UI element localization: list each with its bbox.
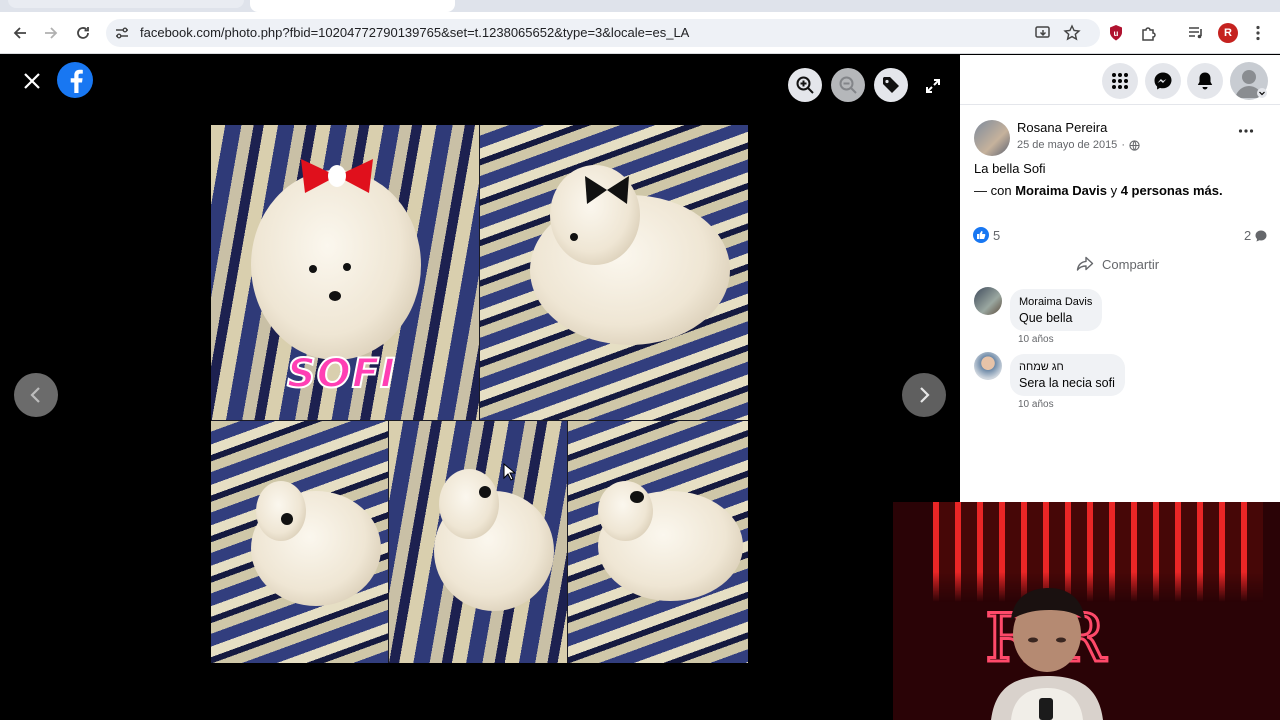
reaction-count[interactable]: 5 [993,228,1000,243]
photo-viewer: SOFI [0,55,960,720]
red-bow-icon [301,159,373,193]
share-button[interactable]: Compartir [1076,256,1159,272]
post-details-panel: Rosana Pereira 25 de mayo de 2015 · La b… [960,55,1280,502]
comment-bubble: Moraima Davis Que bella [1010,289,1103,331]
comment-text: Sera la necia sofi [1019,376,1115,390]
zoom-out-icon[interactable] [831,68,865,102]
collage-cell [568,421,748,663]
address-bar[interactable]: facebook.com/photo.php?fbid=102047727901… [106,19,1100,47]
background-tab[interactable] [8,0,244,8]
menu-grid-icon[interactable] [1102,63,1138,99]
messenger-icon[interactable] [1145,63,1181,99]
facebook-header-icons [960,55,1280,105]
commenter-avatar[interactable] [974,287,1002,315]
webcam-overlay: R R [893,502,1280,720]
black-bow-icon [585,176,629,204]
chevron-left-icon [30,387,40,403]
chevron-down-icon[interactable] [1257,88,1267,98]
svg-text:u: u [1114,29,1119,38]
collage-cell [211,421,388,663]
ublock-shield-icon[interactable]: u [1106,23,1126,43]
comment-count[interactable]: 2 [1244,228,1268,243]
share-label: Compartir [1102,256,1160,272]
like-reaction-icon[interactable] [973,227,989,243]
post-author-name[interactable]: Rosana Pereira [1017,120,1107,135]
comment-text: Que bella [1019,311,1073,325]
back-icon[interactable] [8,21,32,45]
post-caption: La bella Sofi [974,161,1046,176]
post-options-icon[interactable] [1238,121,1254,139]
browser-menu-icon[interactable] [1248,23,1268,43]
url-text: facebook.com/photo.php?fbid=102047727901… [140,25,690,40]
tagged-connector: y [1106,183,1121,198]
comment-author[interactable]: חג שמחה [1019,361,1115,373]
browser-profile-avatar[interactable]: R [1218,23,1238,43]
fullscreen-icon[interactable] [920,73,946,99]
comment-author[interactable]: Moraima Davis [1019,296,1092,308]
date-separator: · [1121,139,1125,151]
extensions-puzzle-icon[interactable] [1139,23,1159,43]
tab-strip [0,0,1280,12]
reload-icon[interactable] [71,21,95,45]
active-tab[interactable] [250,0,455,12]
site-settings-icon[interactable] [114,25,130,41]
share-arrow-icon [1076,256,1094,271]
tagged-people: — con Moraima Davis y 4 personas más. [974,183,1223,198]
collage-cell: SOFI [211,125,479,420]
comment-time[interactable]: 10 años [1018,399,1054,410]
streamer-person [991,588,1103,720]
comment-bubble-icon [1255,230,1267,241]
tagged-prefix: — con [974,183,1016,198]
globe-public-icon [1129,139,1140,151]
browser-toolbar: facebook.com/photo.php?fbid=102047727901… [0,12,1280,54]
mouse-pointer-icon [503,463,515,481]
sofi-overlay-text: SOFI [286,350,397,398]
comment-count-text: 2 [1244,228,1252,243]
close-icon[interactable] [18,67,46,95]
notifications-bell-icon[interactable] [1187,63,1223,99]
tag-icon[interactable] [874,68,908,102]
puppy-collage-photo: SOFI [211,125,748,663]
media-controls-icon[interactable] [1186,23,1206,43]
next-photo-button[interactable] [902,373,946,417]
collage-cell [389,421,567,663]
tagged-others-link[interactable]: 4 personas más. [1121,183,1223,198]
forward-icon[interactable] [39,21,63,45]
previous-photo-button[interactable] [14,373,58,417]
install-app-icon[interactable] [1033,23,1053,43]
comment-time[interactable]: 10 años [1018,334,1054,345]
post-timestamp[interactable]: 25 de mayo de 2015 · [1017,139,1140,151]
chevron-right-icon [920,387,930,403]
zoom-in-icon[interactable] [788,68,822,102]
facebook-logo-icon[interactable] [57,62,93,98]
tagged-person-link[interactable]: Moraima Davis [1015,183,1107,198]
comment-bubble: חג שמחה Sera la necia sofi [1010,354,1125,396]
collage-cell [480,125,748,420]
author-avatar[interactable] [974,120,1010,156]
post-date-text[interactable]: 25 de mayo de 2015 [1017,139,1117,151]
bookmark-star-icon[interactable] [1062,23,1082,43]
commenter-avatar[interactable] [974,352,1002,380]
